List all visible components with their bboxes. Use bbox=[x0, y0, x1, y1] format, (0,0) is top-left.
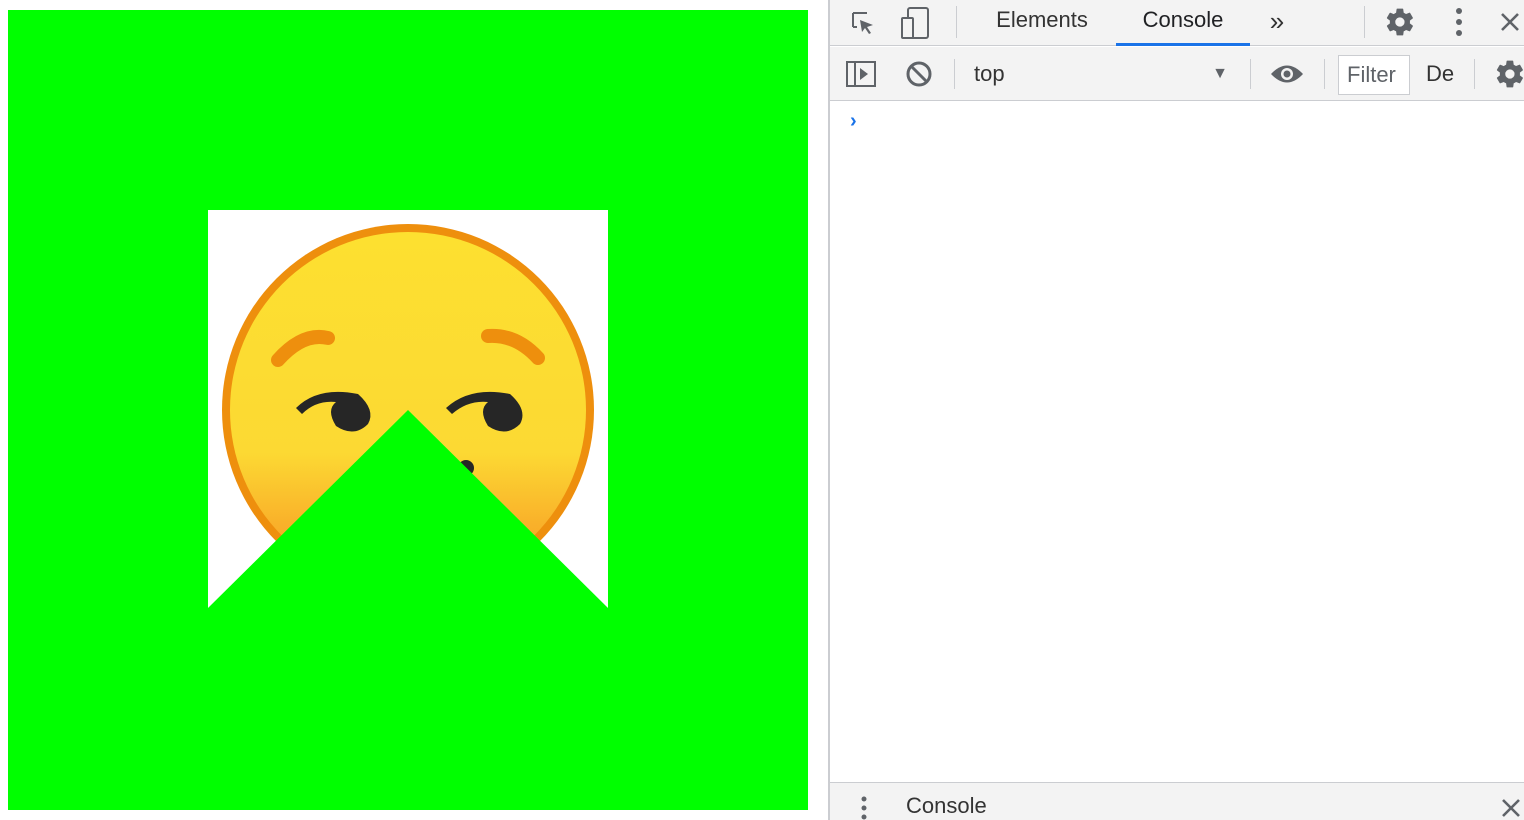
tab-console[interactable]: Console bbox=[1116, 0, 1250, 46]
inspect-element-icon[interactable] bbox=[846, 6, 880, 40]
double-chevron-right-icon[interactable]: » bbox=[1262, 4, 1292, 38]
drawer-tab-console[interactable]: Console bbox=[906, 793, 987, 819]
toolbar-separator-2 bbox=[1250, 59, 1251, 89]
tabbar-separator bbox=[956, 6, 957, 38]
show-sidebar-icon[interactable] bbox=[844, 57, 878, 91]
context-value: top bbox=[974, 61, 1005, 86]
more-options-icon[interactable] bbox=[1442, 4, 1476, 40]
dropdown-arrow-icon: ▼ bbox=[1212, 65, 1228, 82]
gear-icon[interactable] bbox=[1382, 4, 1418, 40]
page-viewport bbox=[0, 0, 828, 820]
triangle-shape bbox=[208, 410, 608, 610]
tabbar-separator-right bbox=[1364, 6, 1365, 38]
devtools-panel: Elements Console » top ▼ Filter De › Con… bbox=[828, 0, 1524, 820]
eye-icon[interactable] bbox=[1268, 57, 1306, 91]
context-selector[interactable]: top ▼ bbox=[962, 47, 1242, 101]
drawer-menu-icon[interactable] bbox=[854, 793, 874, 820]
console-prompt: › bbox=[850, 110, 857, 132]
tab-elements[interactable]: Elements bbox=[980, 0, 1104, 46]
devtools-tabbar: Elements Console » bbox=[830, 0, 1524, 46]
device-toolbar-icon[interactable] bbox=[898, 4, 934, 42]
drawer-close-icon[interactable] bbox=[1498, 795, 1524, 820]
toolbar-separator-3 bbox=[1324, 59, 1325, 89]
filter-input[interactable] bbox=[1338, 55, 1410, 95]
clear-console-icon[interactable] bbox=[902, 57, 936, 91]
log-levels-dropdown[interactable]: De bbox=[1426, 47, 1460, 101]
console-output[interactable]: › bbox=[830, 102, 1524, 782]
toolbar-separator-4 bbox=[1474, 59, 1475, 89]
selected-tab-indicator bbox=[1116, 43, 1250, 46]
toolbar-separator bbox=[954, 59, 955, 89]
close-icon[interactable] bbox=[1494, 4, 1524, 40]
console-toolbar: top ▼ De bbox=[830, 47, 1524, 101]
console-settings-gear-icon[interactable] bbox=[1494, 57, 1524, 91]
green-triangle bbox=[208, 410, 608, 610]
drawer-bar: Console bbox=[830, 782, 1524, 820]
